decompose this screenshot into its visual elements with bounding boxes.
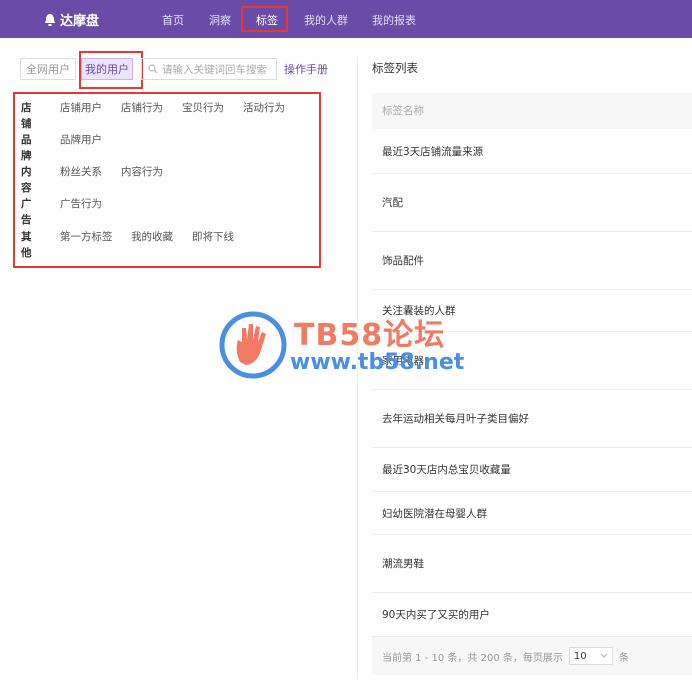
category-option[interactable]: 我的收藏 [131, 229, 173, 245]
category-label: 广告 [21, 198, 32, 226]
nav-my-audience[interactable]: 我的人群 [304, 12, 348, 28]
category-option[interactable]: 品牌用户 [60, 132, 102, 148]
category-option[interactable]: 店铺行为 [121, 100, 163, 116]
tag-table-header: 标签名称 [372, 93, 692, 129]
category-option[interactable]: 广告行为 [60, 196, 102, 212]
category-option[interactable]: 店铺用户 [60, 100, 102, 116]
pagination-summary: 当前第 1 - 10 条，共 200 条，每页展示 [382, 652, 563, 664]
category-option[interactable]: 宝贝行为 [182, 100, 224, 116]
search-input[interactable]: 请输入关键词回车搜索 [141, 58, 277, 80]
table-row[interactable]: 最近3天店铺流量来源 [372, 129, 692, 174]
table-row[interactable]: 汽配 [372, 174, 692, 232]
top-nav-bar: 达摩盘 首页 洞察 标签 我的人群 我的报表 [0, 0, 692, 38]
table-row[interactable]: 潮流男鞋 [372, 535, 692, 593]
category-label: 店铺 [21, 102, 32, 130]
category-option[interactable]: 内容行为 [121, 164, 163, 180]
table-row[interactable]: 妇幼医院潜在母婴人群 [372, 492, 692, 535]
panel-divider [357, 58, 358, 678]
category-label: 品牌 [21, 134, 32, 162]
page-size-select[interactable]: 10 [568, 647, 613, 665]
category-option[interactable]: 活动行为 [243, 100, 285, 116]
table-row[interactable]: 最近30天店内总宝贝收藏量 [372, 448, 692, 492]
pagination-unit: 条 [618, 652, 629, 664]
category-label: 其他 [21, 231, 32, 259]
table-row[interactable]: 去年运动相关每月叶子类目偏好 [372, 390, 692, 448]
manual-link[interactable]: 操作手册 [284, 61, 328, 77]
nav-my-reports[interactable]: 我的报表 [372, 12, 416, 28]
table-row[interactable]: 关注囊装的人群 [372, 290, 692, 332]
nav-insight[interactable]: 洞察 [209, 12, 231, 28]
pagination-bar: 当前第 1 - 10 条，共 200 条，每页展示 10 条 [372, 637, 692, 675]
table-row[interactable]: 90天内买了又买的用户 [372, 593, 692, 637]
nav-tags-highlight [241, 6, 288, 32]
search-icon [148, 64, 158, 74]
category-option[interactable]: 即将下线 [192, 229, 234, 245]
nav-home[interactable]: 首页 [162, 12, 184, 28]
hand-logo-icon [219, 311, 287, 379]
page-size-value: 10 [573, 650, 587, 662]
bell-logo-icon [45, 13, 55, 26]
table-row[interactable]: 饰品配件 [372, 232, 692, 290]
category-option[interactable]: 粉丝关系 [60, 164, 102, 180]
category-option[interactable]: 第一方标签 [60, 229, 113, 245]
category-label: 内容 [21, 166, 32, 194]
table-row[interactable]: 家用电器 [372, 332, 692, 390]
scope-my-users-highlight [79, 51, 143, 89]
chevron-down-icon [600, 653, 608, 658]
app-logo[interactable]: 达摩盘 [44, 10, 99, 29]
search-placeholder: 请输入关键词回车搜索 [162, 63, 267, 76]
scope-all-users-button[interactable]: 全网用户 [20, 58, 76, 80]
tag-list-title: 标签列表 [372, 61, 418, 75]
app-name: 达摩盘 [60, 14, 100, 29]
